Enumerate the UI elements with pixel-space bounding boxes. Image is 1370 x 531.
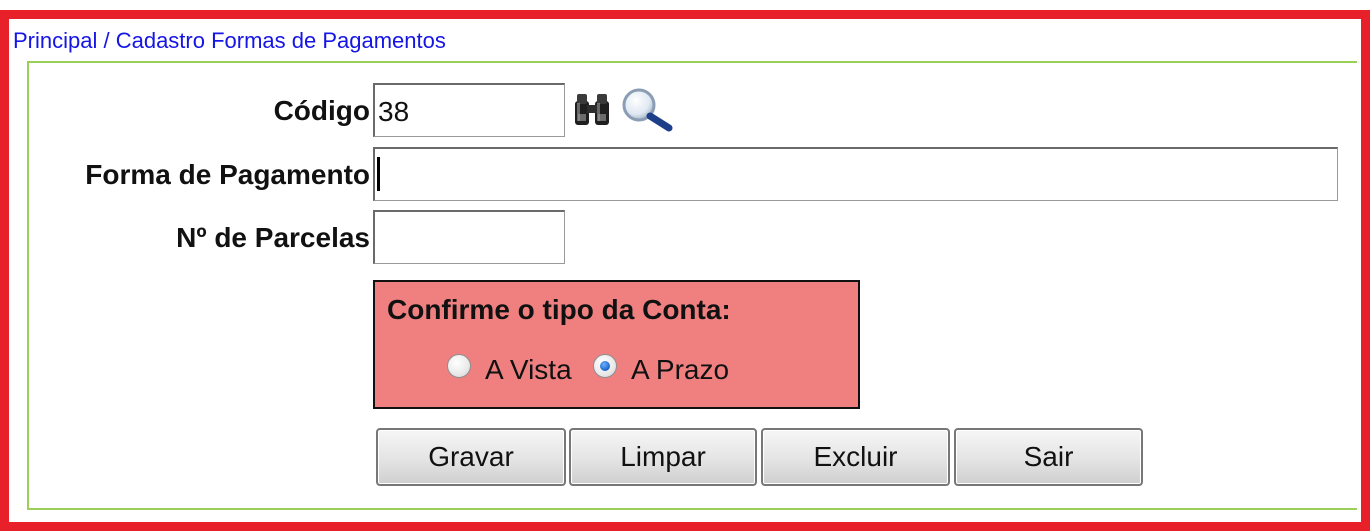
limpar-button[interactable]: Limpar (569, 428, 757, 486)
text-caret (377, 157, 380, 191)
a-vista-radio[interactable] (447, 354, 471, 378)
magnifier-icon[interactable] (619, 86, 675, 137)
sair-button[interactable]: Sair (954, 428, 1143, 486)
excluir-button[interactable]: Excluir (761, 428, 950, 486)
a-vista-label[interactable]: A Vista (485, 354, 572, 386)
codigo-input[interactable] (373, 83, 565, 137)
forma-pagamento-input[interactable] (373, 147, 1338, 201)
account-type-box: Confirme o tipo da Conta: A Vista A Praz… (373, 280, 860, 409)
codigo-label: Código (273, 95, 370, 126)
forma-pagamento-label: Forma de Pagamento (85, 159, 370, 190)
a-prazo-radio[interactable] (593, 354, 617, 378)
gravar-button[interactable]: Gravar (376, 428, 566, 486)
binoculars-icon[interactable] (572, 90, 612, 133)
parcelas-input[interactable] (373, 210, 565, 264)
a-prazo-label[interactable]: A Prazo (631, 354, 729, 386)
account-type-title: Confirme o tipo da Conta: (387, 294, 731, 325)
parcelas-label: Nº de Parcelas (176, 222, 370, 253)
breadcrumb[interactable]: Principal / Cadastro Formas de Pagamento… (13, 28, 446, 54)
